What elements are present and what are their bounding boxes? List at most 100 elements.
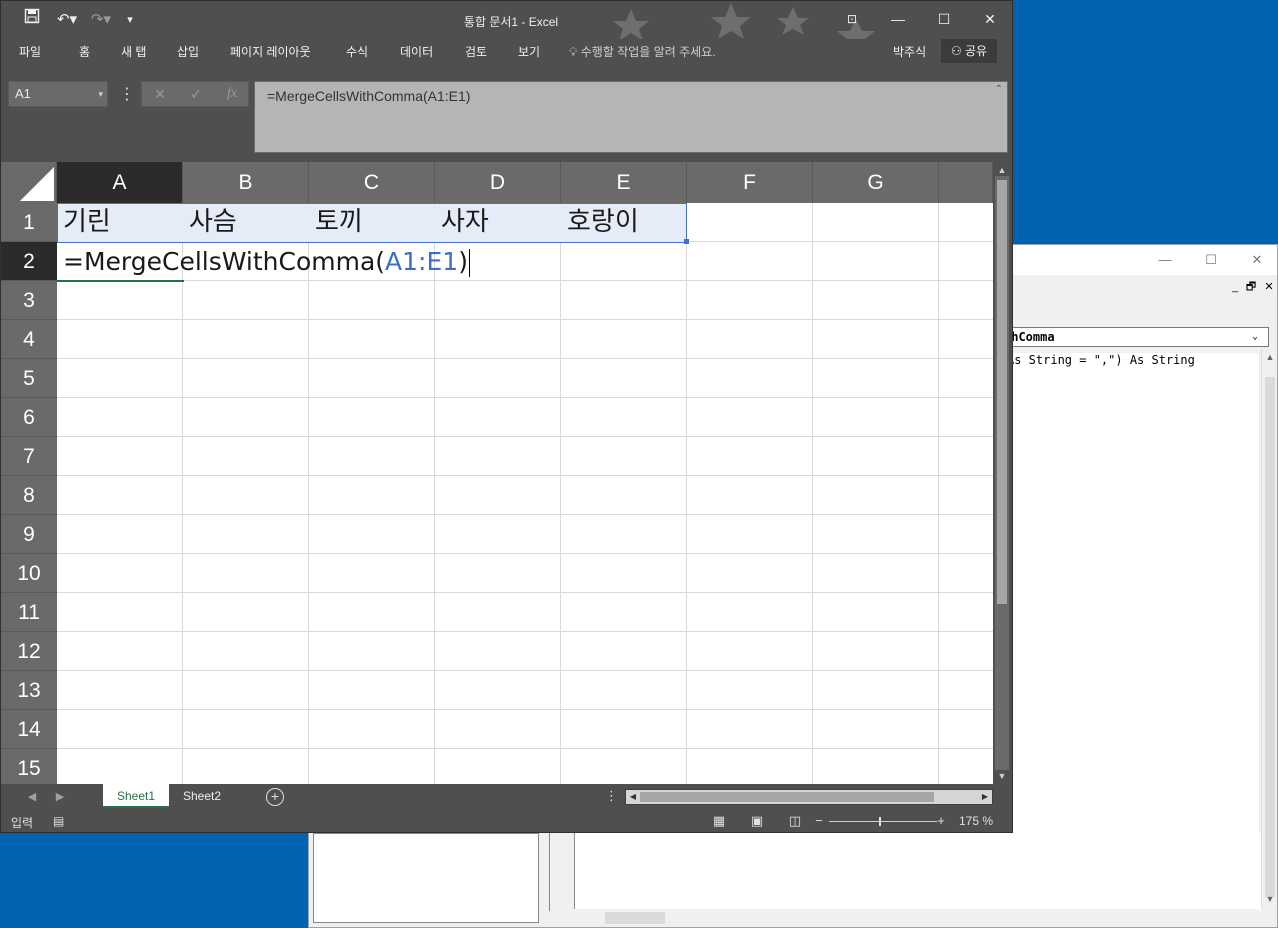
- minimize-icon[interactable]: —: [1143, 249, 1187, 271]
- cells-area[interactable]: 기린 사슴 토끼 사자 호랑이 =MergeCellsWithComma(A1:…: [57, 203, 993, 784]
- row-header[interactable]: 13: [1, 671, 57, 710]
- formula-bar[interactable]: =MergeCellsWithComma(A1:E1) ⌃: [254, 81, 1008, 153]
- row-header[interactable]: 10: [1, 554, 57, 593]
- tab-page-layout[interactable]: 페이지 레이아웃: [230, 41, 311, 63]
- row-header[interactable]: 1: [1, 203, 57, 242]
- zoom-level[interactable]: 175 %: [959, 814, 993, 828]
- scroll-down-icon[interactable]: ▼: [996, 770, 1008, 782]
- scroll-thumb[interactable]: [605, 912, 665, 924]
- row-header[interactable]: 6: [1, 398, 57, 437]
- more-options-icon[interactable]: ⋮: [605, 788, 618, 804]
- share-button[interactable]: ⚇ 공유: [941, 39, 997, 63]
- tab-formulas[interactable]: 수식: [346, 41, 368, 63]
- add-sheet-icon[interactable]: +: [266, 788, 284, 806]
- zoom-slider-knob[interactable]: [879, 817, 881, 826]
- scroll-track[interactable]: [995, 176, 1009, 770]
- code-window-secondary[interactable]: [575, 833, 1261, 911]
- ribbon-display-icon[interactable]: ⊡: [829, 5, 875, 33]
- minimize-icon[interactable]: _: [1227, 279, 1243, 295]
- scroll-down-icon[interactable]: ▼: [1264, 893, 1276, 905]
- tab-view[interactable]: 보기: [518, 41, 540, 63]
- scroll-up-icon[interactable]: ▲: [1264, 351, 1276, 363]
- zoom-slider[interactable]: [829, 817, 937, 826]
- chevron-down-icon: ▾: [98, 89, 103, 99]
- more-options-icon[interactable]: ⋮: [119, 85, 135, 105]
- close-icon[interactable]: ✕: [967, 5, 1012, 33]
- scroll-thumb[interactable]: [640, 792, 934, 802]
- tell-me-box[interactable]: 💡︎ 수행할 작업을 알려 주세요.: [569, 41, 716, 63]
- vertical-scrollbar[interactable]: ▲ ▼: [994, 162, 1010, 784]
- minimize-icon[interactable]: —: [875, 5, 921, 33]
- row-header[interactable]: 12: [1, 632, 57, 671]
- undo-icon[interactable]: ↶▾: [51, 7, 83, 33]
- close-icon[interactable]: ✕: [1261, 279, 1277, 295]
- column-header-d[interactable]: D: [435, 162, 561, 203]
- restore-icon[interactable]: 🗗: [1243, 279, 1259, 295]
- column-header-g[interactable]: G: [813, 162, 939, 203]
- text-caret: [468, 249, 470, 277]
- close-icon[interactable]: ✕: [1235, 249, 1278, 271]
- cancel-icon[interactable]: ✕: [146, 82, 174, 106]
- column-header-partial[interactable]: [939, 162, 993, 203]
- column-header-a[interactable]: A: [57, 162, 183, 203]
- page-layout-view-icon[interactable]: ▣: [747, 813, 767, 831]
- name-box[interactable]: A1 ▾: [8, 81, 108, 107]
- scroll-thumb[interactable]: [997, 180, 1007, 604]
- sheet-tab-sheet1[interactable]: Sheet1: [103, 784, 169, 808]
- row-header[interactable]: 5: [1, 359, 57, 398]
- column-header-b[interactable]: B: [183, 162, 309, 203]
- column-header-e[interactable]: E: [561, 162, 687, 203]
- tab-home[interactable]: 홈: [79, 41, 90, 63]
- maximize-icon[interactable]: ☐: [1189, 249, 1233, 271]
- tab-insert[interactable]: 삽입: [177, 41, 199, 63]
- row-header[interactable]: 15: [1, 749, 57, 784]
- range-resize-handle[interactable]: [684, 239, 689, 244]
- insert-function-icon[interactable]: fx: [218, 82, 246, 106]
- row-header[interactable]: 4: [1, 320, 57, 359]
- row-header[interactable]: 2: [1, 242, 57, 281]
- code-window[interactable]: As String = ",") As String: [999, 353, 1259, 908]
- enter-icon[interactable]: ✓: [182, 82, 210, 106]
- sheet-tab-sheet2[interactable]: Sheet2: [171, 784, 233, 808]
- next-sheet-icon[interactable]: ▶: [51, 788, 69, 806]
- formula-text: =MergeCellsWithComma(A1:E1): [267, 88, 471, 104]
- row-header[interactable]: 3: [1, 281, 57, 320]
- column-header-f[interactable]: F: [687, 162, 813, 203]
- name-box-value: A1: [15, 86, 31, 101]
- collapse-icon[interactable]: ⌃: [995, 84, 1003, 95]
- code-horizontal-scrollbar[interactable]: [553, 909, 1259, 927]
- save-icon[interactable]: [21, 7, 43, 33]
- tab-data[interactable]: 데이터: [400, 41, 433, 63]
- cell-a2-editing[interactable]: =MergeCellsWithComma(A1:E1): [57, 242, 470, 281]
- tab-new[interactable]: 새 탭: [121, 41, 146, 63]
- column-header-c[interactable]: C: [309, 162, 435, 203]
- zoom-in-icon[interactable]: +: [931, 813, 951, 831]
- customize-qat-icon[interactable]: ▾: [119, 7, 141, 33]
- row-header[interactable]: 7: [1, 437, 57, 476]
- row-header[interactable]: 14: [1, 710, 57, 749]
- select-all-button[interactable]: [1, 162, 57, 203]
- formula-area: A1 ▾ ⋮ ✕ ✓ fx =MergeCellsWithComma(A1:E1…: [1, 67, 1012, 161]
- redo-icon[interactable]: ↷▾: [85, 7, 117, 33]
- page-break-view-icon[interactable]: ◫: [785, 813, 805, 831]
- scroll-left-icon[interactable]: ◀: [626, 790, 640, 804]
- status-mode: 입력: [11, 816, 34, 830]
- macro-record-icon[interactable]: ▤: [53, 814, 69, 828]
- zoom-out-icon[interactable]: −: [809, 813, 829, 831]
- tab-file[interactable]: 파일: [19, 41, 41, 63]
- row-header[interactable]: 9: [1, 515, 57, 554]
- row-header[interactable]: 8: [1, 476, 57, 515]
- user-name[interactable]: 박주식: [893, 41, 926, 63]
- procedure-combo[interactable]: thComma ⌄: [999, 327, 1269, 347]
- scroll-thumb[interactable]: [1265, 377, 1275, 897]
- maximize-icon[interactable]: ☐: [921, 5, 967, 33]
- normal-view-icon[interactable]: ▦: [709, 813, 729, 831]
- tell-me-text: 수행할 작업을 알려 주세요.: [580, 45, 716, 59]
- scroll-up-icon[interactable]: ▲: [996, 164, 1008, 176]
- code-vertical-scrollbar[interactable]: ▲ ▼: [1261, 349, 1277, 909]
- row-header[interactable]: 11: [1, 593, 57, 632]
- horizontal-scrollbar[interactable]: ◀ ▶: [625, 789, 993, 805]
- tab-review[interactable]: 검토: [465, 41, 487, 63]
- scroll-right-icon[interactable]: ▶: [978, 790, 992, 804]
- prev-sheet-icon[interactable]: ◀: [23, 788, 41, 806]
